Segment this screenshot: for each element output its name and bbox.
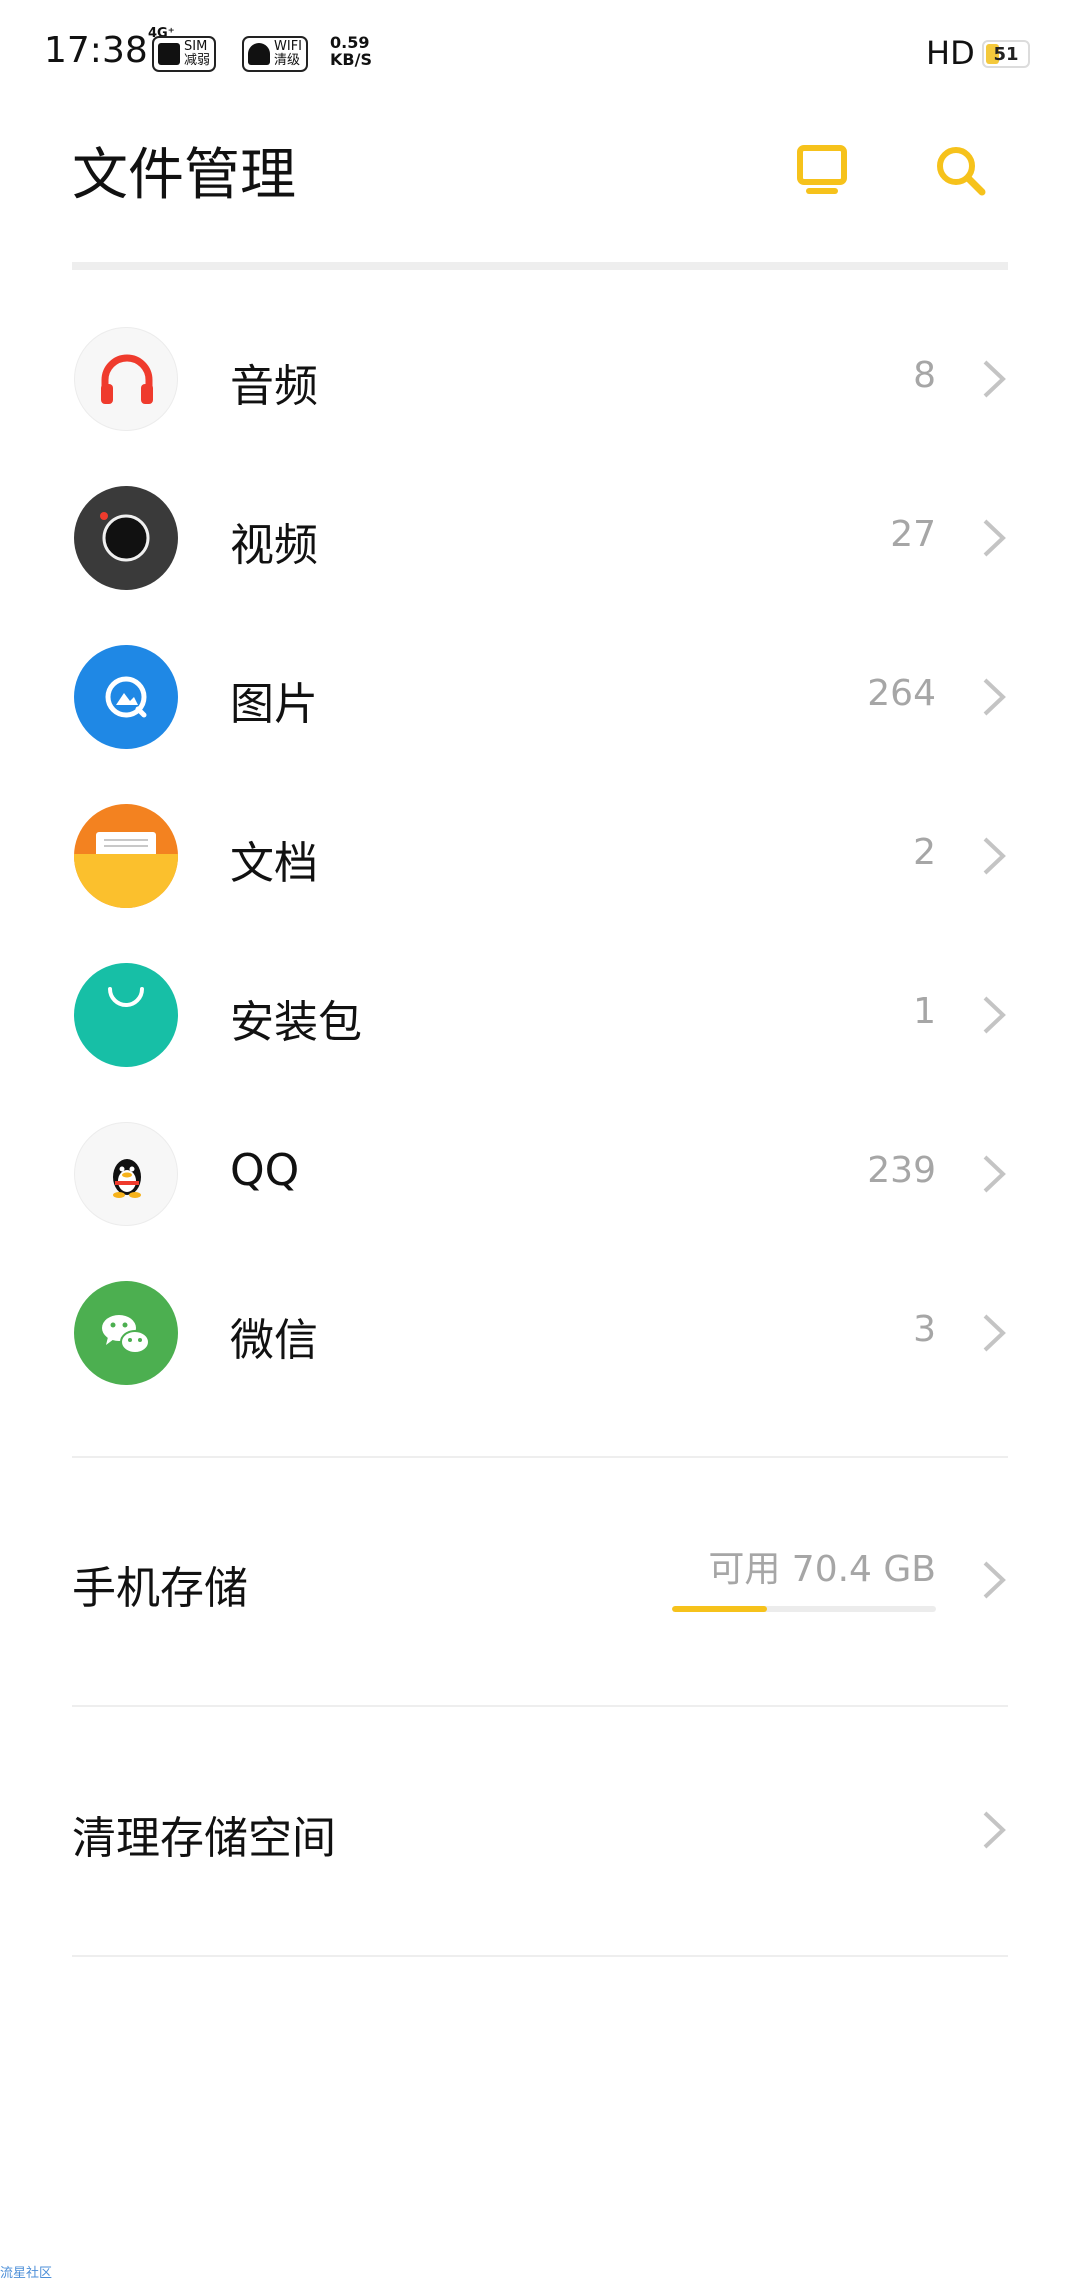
hd-label: HD — [926, 34, 975, 72]
category-label: QQ — [230, 1145, 300, 1196]
chevron-right-icon — [983, 360, 1006, 398]
category-audio[interactable]: 音频 8 — [0, 300, 1080, 459]
network-speed: 0.59 KB/S — [330, 34, 372, 68]
chevron-right-icon — [983, 996, 1006, 1034]
section-divider — [72, 1456, 1008, 1458]
sim-status: 减弱 — [184, 53, 211, 68]
headphones-icon — [74, 327, 178, 431]
battery-level: 51 — [993, 43, 1019, 65]
chevron-right-icon — [983, 1314, 1006, 1352]
clean-storage-row[interactable]: 清理存储空间 — [0, 1750, 1080, 1910]
phone-storage-row[interactable]: 手机存储 可用 70.4 GB — [0, 1500, 1080, 1660]
clean-storage-title: 清理存储空间 — [72, 1813, 336, 1864]
category-count: 239 — [867, 1150, 936, 1191]
sim-label: SIM — [184, 39, 208, 54]
wechat-icon — [74, 1281, 178, 1385]
category-count: 1 — [913, 991, 936, 1032]
qq-penguin-icon — [74, 1122, 178, 1226]
watermark: 流星社区 — [0, 2266, 53, 2281]
category-label: 视频 — [230, 520, 318, 571]
chevron-right-icon — [983, 1811, 1006, 1849]
category-count: 3 — [913, 1309, 936, 1350]
shopping-bag-icon — [74, 963, 178, 1067]
category-count: 27 — [890, 514, 936, 555]
category-count: 8 — [913, 355, 936, 396]
chevron-right-icon — [983, 678, 1006, 716]
camera-lens-icon — [74, 486, 178, 590]
phone-storage-title: 手机存储 — [72, 1563, 248, 1614]
storage-usage-bar — [672, 1606, 936, 1612]
category-label: 图片 — [230, 679, 318, 730]
section-divider — [72, 1705, 1008, 1707]
search-button[interactable] — [928, 138, 992, 202]
storage-usage-fill — [672, 1606, 768, 1612]
category-apk[interactable]: 安装包 1 — [0, 936, 1080, 1095]
speed-value: 0.59 — [330, 33, 370, 52]
category-label: 安装包 — [230, 997, 362, 1048]
chevron-right-icon — [983, 1155, 1006, 1193]
category-document[interactable]: 文档 2 — [0, 777, 1080, 936]
category-list: 音频 8 视频 27 图片 264 文档 2 安装包 1 QQ 239 微信 3 — [0, 300, 1080, 1413]
sim-signal-icon: SIM 减弱 — [152, 36, 217, 72]
screen-cast-button[interactable] — [790, 138, 854, 202]
chevron-right-icon — [983, 1561, 1006, 1599]
category-wechat[interactable]: 微信 3 — [0, 1254, 1080, 1413]
chevron-right-icon — [983, 519, 1006, 557]
storage-available: 可用 70.4 GB — [708, 1549, 936, 1590]
section-divider — [72, 1955, 1008, 1957]
status-time: 17:38 — [44, 30, 148, 71]
battery-icon: 51 — [982, 40, 1030, 68]
header-divider — [72, 262, 1008, 270]
category-video[interactable]: 视频 27 — [0, 459, 1080, 618]
wifi-status: 清级 — [274, 53, 301, 68]
category-label: 音频 — [230, 361, 318, 412]
category-label: 微信 — [230, 1315, 318, 1366]
page-title: 文件管理 — [72, 143, 296, 208]
wifi-label: WIFI — [274, 39, 302, 54]
monitor-icon — [797, 145, 847, 194]
speed-unit: KB/S — [330, 50, 372, 69]
category-count: 2 — [913, 832, 936, 873]
search-icon — [937, 147, 986, 196]
category-count: 264 — [867, 673, 936, 714]
image-search-icon — [74, 645, 178, 749]
folder-document-icon — [74, 804, 178, 908]
wifi-signal-icon: WIFI 清级 — [242, 36, 308, 72]
category-image[interactable]: 图片 264 — [0, 618, 1080, 777]
category-label: 文档 — [230, 838, 318, 889]
status-bar: 17:38 4G⁺ SIM 减弱 WIFI 清级 0.59 KB/S HD 51 — [0, 0, 1080, 110]
chevron-right-icon — [983, 837, 1006, 875]
category-qq[interactable]: QQ 239 — [0, 1095, 1080, 1254]
